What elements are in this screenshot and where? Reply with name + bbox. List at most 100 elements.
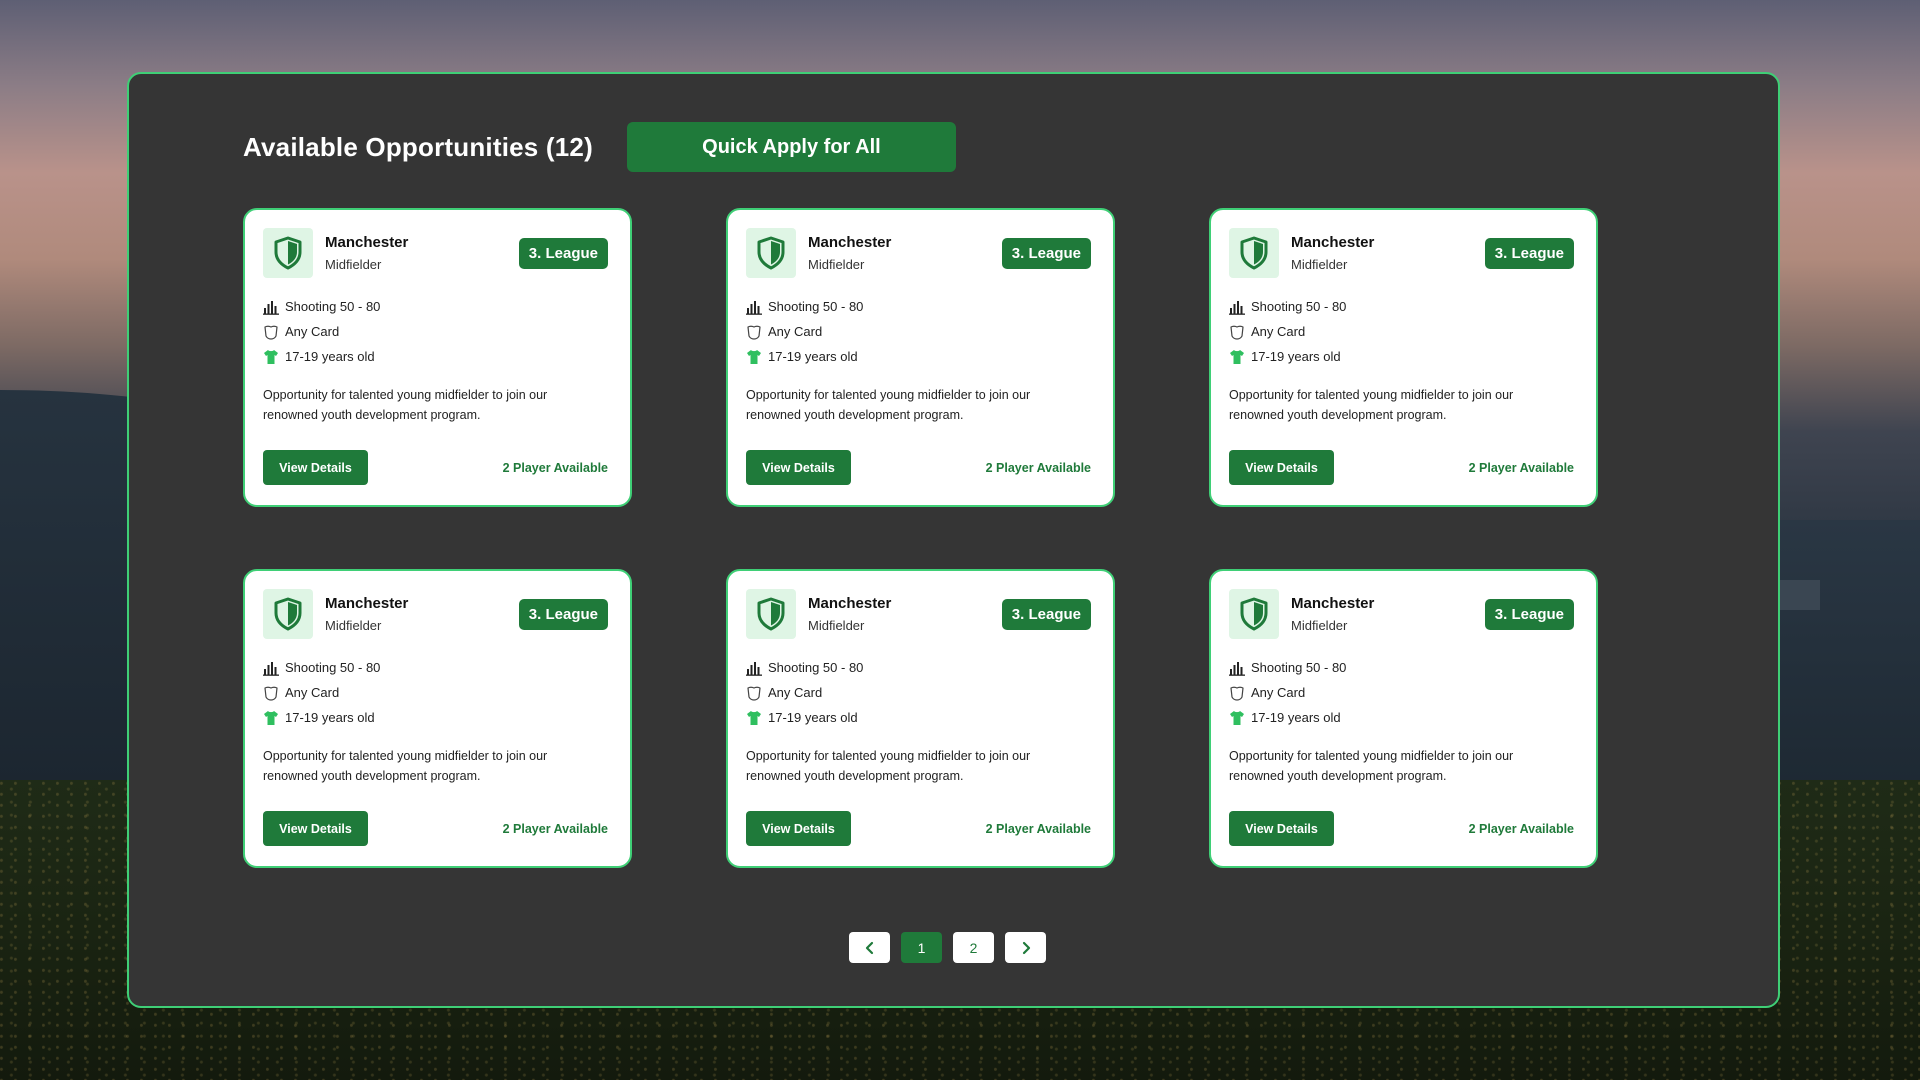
player-position: Midfielder (808, 257, 865, 272)
age-range: 17-19 years old (1251, 349, 1341, 364)
card-footer: View Details 2 Player Available (263, 450, 608, 485)
card-footer: View Details 2 Player Available (1229, 450, 1574, 485)
page-button-2[interactable]: 2 (953, 932, 994, 963)
next-page-button[interactable] (1005, 932, 1046, 963)
shield-icon (1240, 236, 1268, 270)
age-range: 17-19 years old (768, 710, 858, 725)
bar-chart-icon (1229, 661, 1245, 676)
availability-text: 2 Player Available (1468, 460, 1574, 475)
club-logo (746, 589, 796, 639)
shirt-icon (1230, 710, 1244, 725)
opportunity-description: Opportunity for talented young midfielde… (263, 749, 548, 783)
card-type: Any Card (1251, 685, 1306, 700)
availability-text: 2 Player Available (502, 821, 608, 836)
bar-chart-icon (263, 300, 279, 315)
requirement-age: 17-19 years old (1229, 344, 1578, 369)
requirement-card: Any Card (263, 319, 612, 344)
card-footer: View Details 2 Player Available (1229, 811, 1574, 846)
shirt-icon (747, 349, 761, 364)
league-badge: 3. League (1484, 238, 1574, 269)
club-name: Manchester (325, 234, 409, 251)
card-icon (264, 686, 278, 701)
card-type: Any Card (768, 324, 823, 339)
shooting-range: Shooting 50 - 80 (1251, 660, 1347, 675)
card-type: Any Card (285, 685, 340, 700)
availability-text: 2 Player Available (1468, 821, 1574, 836)
card-type: Any Card (1251, 324, 1306, 339)
page-title: Available Opportunities (12) (243, 131, 593, 162)
shooting-range: Shooting 50 - 80 (285, 660, 381, 675)
club-name: Manchester (1291, 234, 1375, 251)
requirement-card: Any Card (1229, 680, 1578, 705)
card-icon (747, 686, 761, 701)
club-info: Manchester Midfielder (1291, 595, 1374, 633)
club-info: Manchester Midfielder (325, 595, 408, 633)
opportunity-card-5: Manchester Midfielder 3. League Shooting… (726, 569, 1115, 868)
requirement-shooting: Shooting 50 - 80 (263, 294, 612, 319)
shield-icon (757, 597, 785, 631)
view-details-button[interactable]: View Details (263, 450, 368, 485)
club-logo (1229, 228, 1279, 278)
requirement-age: 17-19 years old (746, 344, 1095, 369)
requirement-age: 17-19 years old (746, 705, 1095, 730)
shirt-icon (1230, 349, 1244, 364)
club-logo (263, 228, 313, 278)
availability-text: 2 Player Available (502, 460, 608, 475)
bar-chart-icon (1229, 300, 1245, 315)
requirements-list: Shooting 50 - 80 Any Card 17-19 years ol… (1229, 294, 1578, 369)
card-icon (264, 325, 278, 340)
card-icon (747, 325, 761, 340)
club-name: Manchester (1291, 595, 1375, 612)
requirement-shooting: Shooting 50 - 80 (1229, 655, 1578, 680)
requirement-shooting: Shooting 50 - 80 (746, 655, 1095, 680)
panel-header: Available Opportunities (12) Quick Apply… (243, 122, 956, 172)
player-position: Midfielder (325, 257, 382, 272)
card-footer: View Details 2 Player Available (746, 450, 1091, 485)
club-info: Manchester Midfielder (1291, 234, 1374, 272)
shirt-icon (747, 710, 761, 725)
requirement-shooting: Shooting 50 - 80 (1229, 294, 1578, 319)
requirements-list: Shooting 50 - 80 Any Card 17-19 years ol… (746, 655, 1095, 730)
quick-apply-button[interactable]: Quick Apply for All (626, 122, 956, 172)
shooting-range: Shooting 50 - 80 (768, 299, 864, 314)
shirt-icon (264, 710, 278, 725)
requirement-card: Any Card (1229, 319, 1578, 344)
view-details-button[interactable]: View Details (746, 450, 851, 485)
card-icon (1230, 686, 1244, 701)
page-button-1[interactable]: 1 (901, 932, 942, 963)
shield-icon (757, 236, 785, 270)
card-type: Any Card (285, 324, 340, 339)
requirements-list: Shooting 50 - 80 Any Card 17-19 years ol… (746, 294, 1095, 369)
view-details-button[interactable]: View Details (263, 811, 368, 846)
requirement-shooting: Shooting 50 - 80 (263, 655, 612, 680)
shooting-range: Shooting 50 - 80 (285, 299, 381, 314)
card-icon (1230, 325, 1244, 340)
opportunity-card-6: Manchester Midfielder 3. League Shooting… (1209, 569, 1598, 868)
club-logo (1229, 589, 1279, 639)
shield-icon (1240, 597, 1268, 631)
opportunities-panel: Available Opportunities (12) Quick Apply… (127, 72, 1780, 1008)
bar-chart-icon (746, 661, 762, 676)
club-name: Manchester (808, 234, 892, 251)
league-badge: 3. League (518, 238, 608, 269)
requirement-card: Any Card (746, 680, 1095, 705)
age-range: 17-19 years old (285, 710, 375, 725)
view-details-button[interactable]: View Details (1229, 811, 1334, 846)
club-logo (263, 589, 313, 639)
player-position: Midfielder (808, 618, 865, 633)
card-footer: View Details 2 Player Available (263, 811, 608, 846)
shooting-range: Shooting 50 - 80 (1251, 299, 1347, 314)
shirt-icon (264, 349, 278, 364)
club-name: Manchester (808, 595, 892, 612)
view-details-button[interactable]: View Details (1229, 450, 1334, 485)
bar-chart-icon (746, 300, 762, 315)
requirement-age: 17-19 years old (1229, 705, 1578, 730)
view-details-button[interactable]: View Details (746, 811, 851, 846)
age-range: 17-19 years old (1251, 710, 1341, 725)
league-badge: 3. League (518, 599, 608, 630)
shield-icon (274, 236, 302, 270)
prev-page-button[interactable] (849, 932, 890, 963)
requirement-card: Any Card (263, 680, 612, 705)
chevron-right-icon (1022, 941, 1030, 954)
age-range: 17-19 years old (285, 349, 375, 364)
